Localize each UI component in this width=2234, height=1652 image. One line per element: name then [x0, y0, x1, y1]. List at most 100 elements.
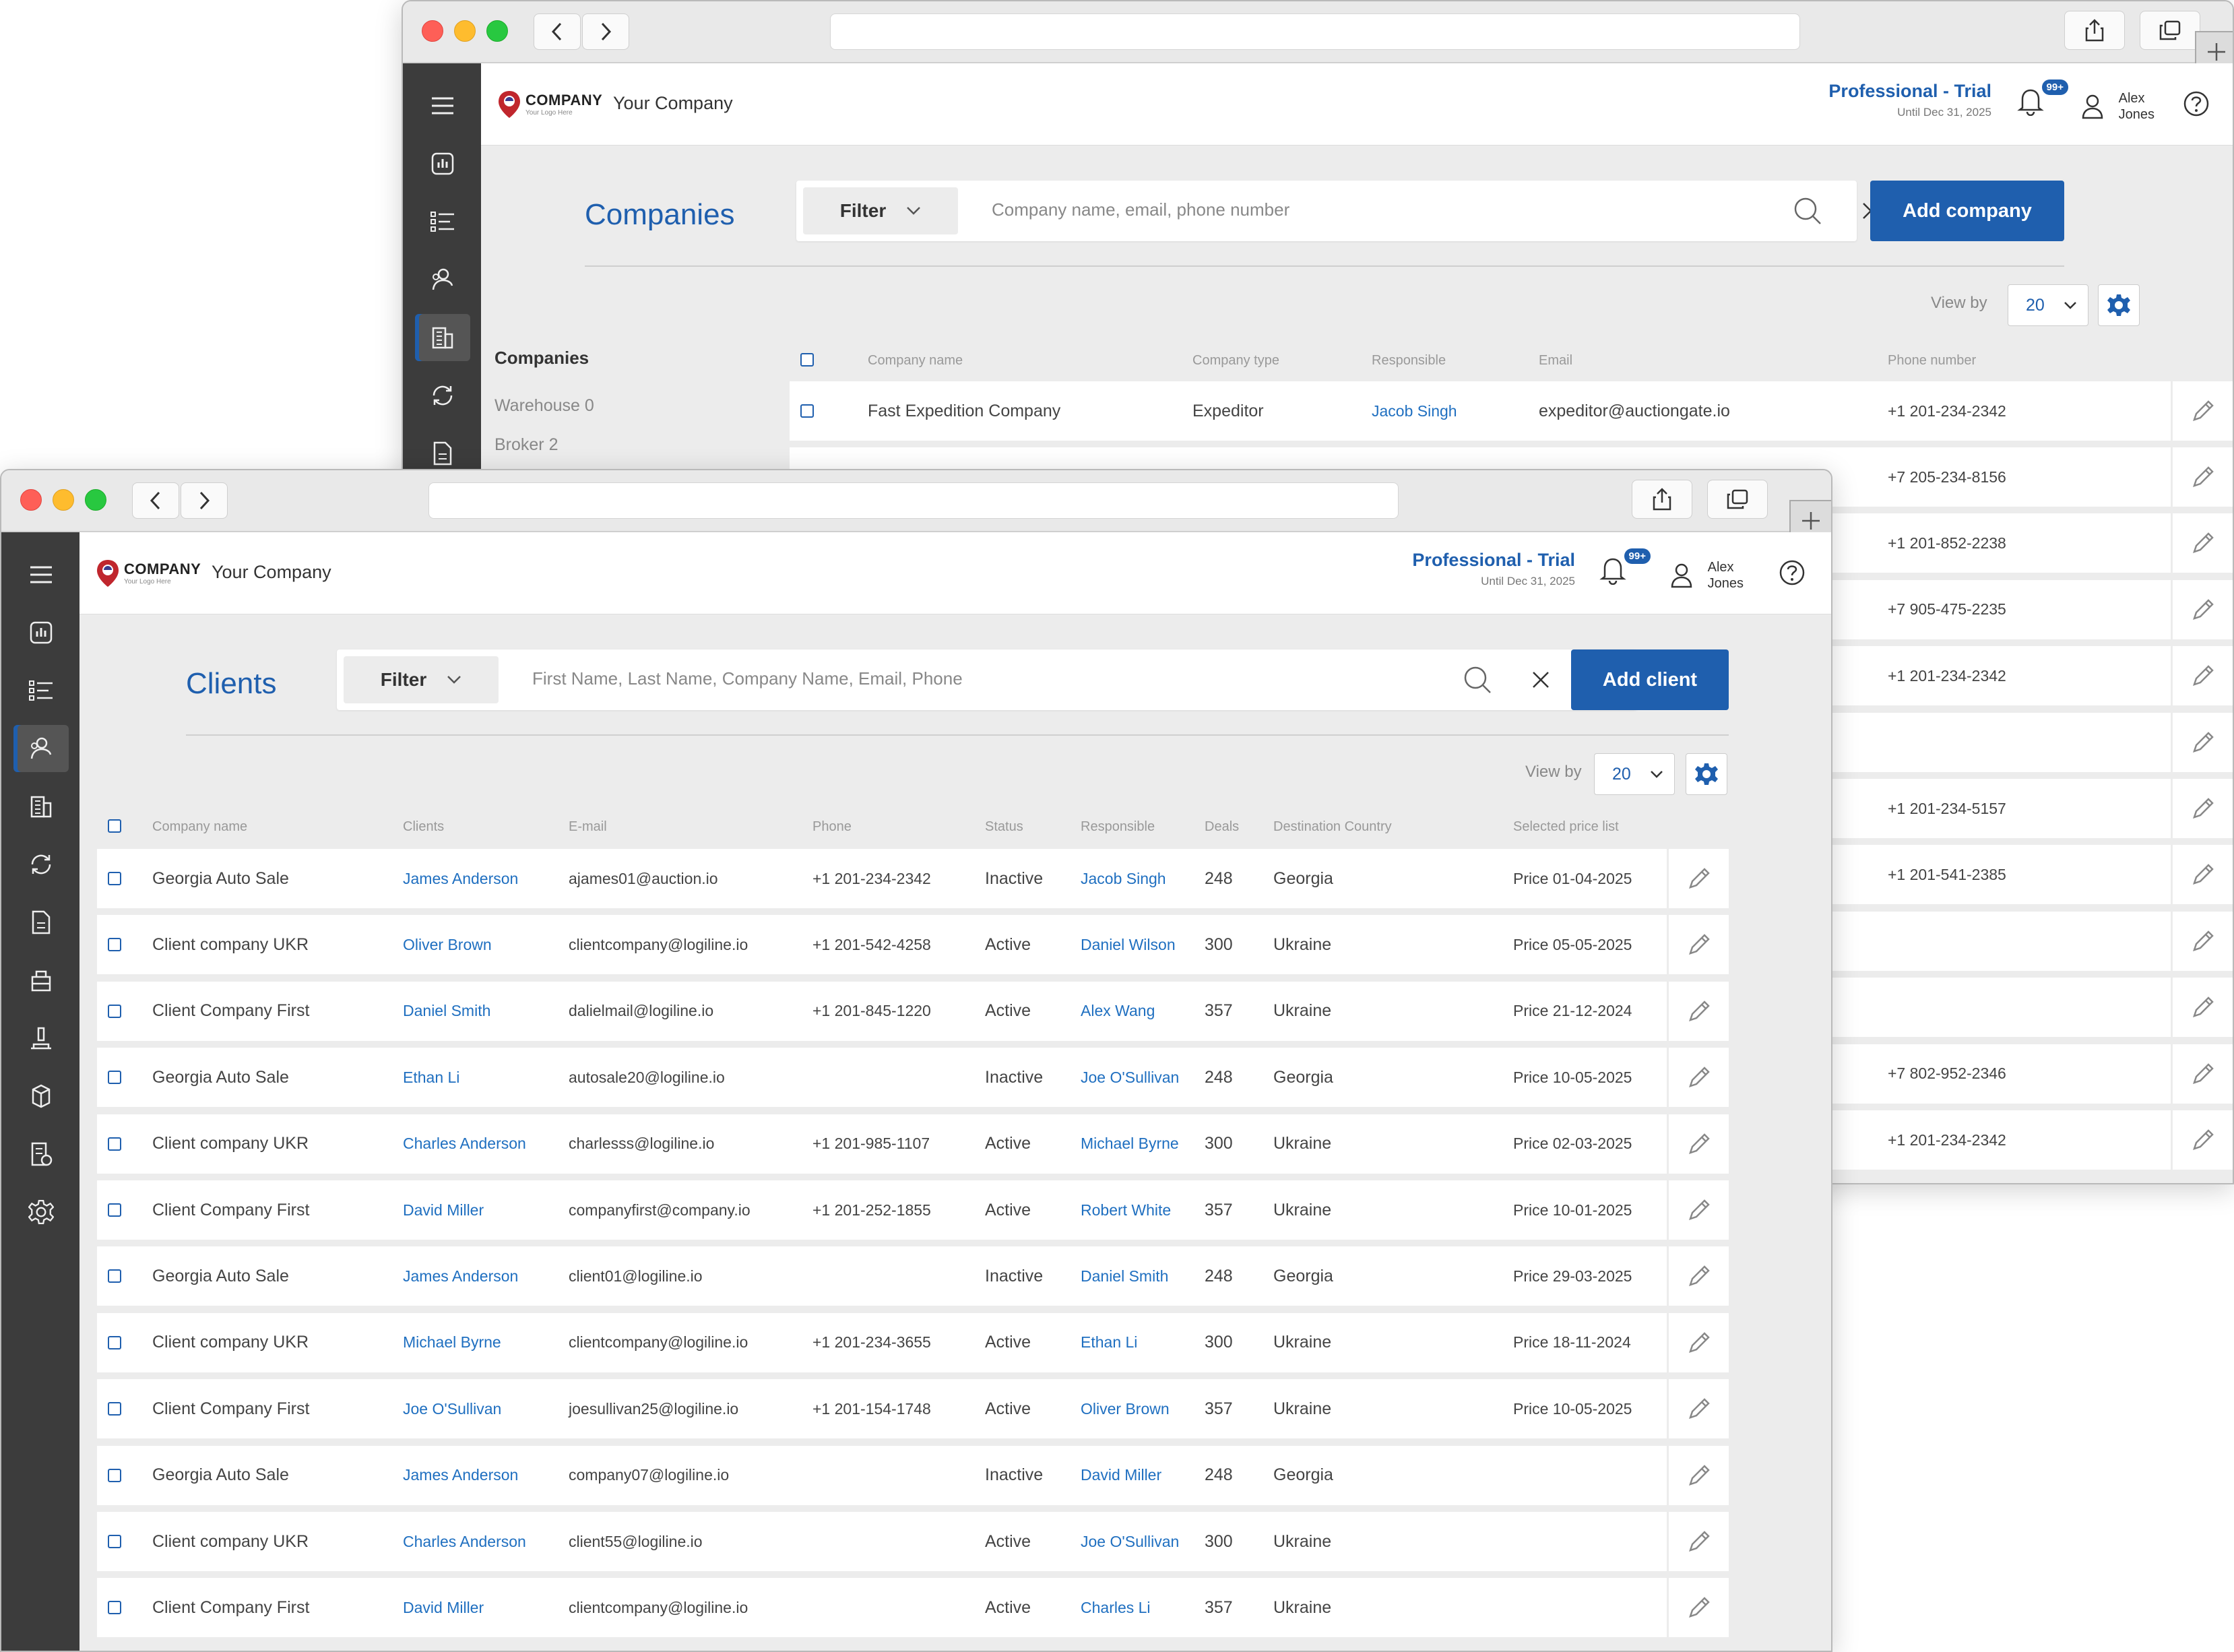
edit-row-button[interactable]: [2171, 779, 2233, 838]
edit-row-button[interactable]: [2171, 381, 2233, 441]
close-window-button[interactable]: [20, 489, 42, 511]
column-header-email[interactable]: Email: [1539, 353, 1572, 369]
sidebar-item-auction[interactable]: [13, 1015, 69, 1062]
row-checkbox[interactable]: [108, 938, 121, 952]
table-row[interactable]: Georgia Auto Sale James Anderson company07…: [97, 1445, 1729, 1505]
row-responsible[interactable]: Daniel Smith: [1081, 1246, 1168, 1306]
row-checkbox[interactable]: [108, 1137, 121, 1151]
filter-dropdown[interactable]: Filter: [344, 656, 499, 703]
row-client-name[interactable]: David Miller: [403, 1180, 484, 1240]
row-checkbox[interactable]: [800, 404, 814, 418]
column-header-responsible[interactable]: Responsible: [1081, 819, 1155, 835]
sidebar-item-menu[interactable]: [13, 551, 69, 598]
edit-row-button[interactable]: [1667, 1312, 1729, 1372]
back-button[interactable]: [132, 482, 179, 519]
edit-row-button[interactable]: [1667, 981, 1729, 1041]
row-responsible[interactable]: David Miller: [1081, 1446, 1161, 1505]
column-header-email[interactable]: E-mail: [569, 819, 607, 835]
edit-row-button[interactable]: [2171, 513, 2233, 573]
url-bar[interactable]: [830, 13, 1800, 50]
table-row[interactable]: Client Company First Joe O'Sullivan joesul…: [97, 1379, 1729, 1439]
sidebar-item-companies[interactable]: [13, 783, 69, 830]
column-header-phone[interactable]: Phone: [812, 819, 852, 835]
sidebar-item-menu[interactable]: [415, 82, 470, 129]
row-client-name[interactable]: Joe O'Sullivan: [403, 1379, 501, 1438]
select-all-checkbox[interactable]: [800, 353, 814, 367]
add-company-button[interactable]: Add company: [1870, 181, 2064, 241]
row-checkbox[interactable]: [108, 1402, 121, 1416]
row-client-name[interactable]: David Miller: [403, 1578, 484, 1637]
table-row[interactable]: Client company UKR Charles Anderson charle…: [97, 1114, 1729, 1174]
sidebar-item-sync[interactable]: [13, 841, 69, 888]
edit-row-button[interactable]: [1667, 1114, 1729, 1174]
company-logo[interactable]: COMPANY Your Logo Here: [497, 82, 602, 127]
edit-row-button[interactable]: [1667, 1048, 1729, 1108]
sidebar-item-shipping[interactable]: [13, 1073, 69, 1120]
sidebar-item-dashboard[interactable]: [13, 609, 69, 656]
edit-row-button[interactable]: [2171, 1044, 2233, 1104]
row-client-name[interactable]: James Anderson: [403, 1246, 518, 1306]
edit-row-button[interactable]: [2171, 712, 2233, 772]
table-settings-button[interactable]: [2098, 284, 2140, 326]
sidebar-item-clients[interactable]: [13, 725, 69, 772]
table-row[interactable]: Client company UKR Oliver Brown clientcomp…: [97, 915, 1729, 975]
search-input[interactable]: First Name, Last Name, Company Name, Ema…: [532, 668, 963, 689]
row-client-name[interactable]: James Anderson: [403, 1446, 518, 1505]
maximize-window-button[interactable]: [85, 489, 106, 511]
tabs-button[interactable]: [1707, 480, 1768, 519]
row-responsible[interactable]: Michael Byrne: [1081, 1114, 1179, 1174]
row-checkbox[interactable]: [108, 1071, 121, 1085]
row-responsible[interactable]: Daniel Wilson: [1081, 915, 1176, 974]
edit-row-button[interactable]: [2171, 646, 2233, 706]
column-header-price-list[interactable]: Selected price list: [1513, 819, 1619, 835]
user-menu[interactable]: Alex Jones: [2081, 90, 2155, 123]
help-button[interactable]: [2183, 90, 2212, 120]
column-header-status[interactable]: Status: [985, 819, 1023, 835]
edit-row-button[interactable]: [2171, 447, 2233, 507]
row-checkbox[interactable]: [108, 1468, 121, 1482]
forward-button[interactable]: [582, 13, 629, 50]
help-button[interactable]: [1779, 559, 1808, 589]
select-all-checkbox[interactable]: [108, 819, 121, 833]
search-button[interactable]: [1462, 664, 1493, 695]
close-window-button[interactable]: [422, 20, 443, 42]
sidebar-item-companies[interactable]: [415, 314, 470, 361]
notifications-button[interactable]: 99+: [1599, 547, 1652, 596]
maximize-window-button[interactable]: [486, 20, 508, 42]
tabs-button[interactable]: [2140, 11, 2200, 50]
edit-row-button[interactable]: [1667, 1379, 1729, 1439]
table-row[interactable]: Georgia Auto Sale James Anderson client01@…: [97, 1246, 1729, 1306]
edit-row-button[interactable]: [2171, 845, 2233, 905]
edit-row-button[interactable]: [1667, 915, 1729, 975]
row-checkbox[interactable]: [108, 1004, 121, 1018]
user-menu[interactable]: Alex Jones: [1670, 559, 1744, 592]
edit-row-button[interactable]: [2171, 1110, 2233, 1170]
search-button[interactable]: [1792, 195, 1823, 226]
url-bar[interactable]: [428, 482, 1399, 519]
sidebar-item-warehouse[interactable]: [13, 957, 69, 1004]
table-row[interactable]: Fast Expedition Company Expeditor Jacob …: [790, 381, 2233, 441]
edit-row-button[interactable]: [1667, 1246, 1729, 1306]
sidebar-item-clients[interactable]: [415, 256, 470, 303]
column-header-responsible[interactable]: Responsible: [1372, 353, 1446, 369]
company-logo[interactable]: COMPANY Your Logo Here: [96, 551, 201, 596]
sidebar-item-tasks[interactable]: [13, 667, 69, 714]
row-checkbox[interactable]: [108, 1335, 121, 1349]
sidebar-item-invoices[interactable]: [13, 1131, 69, 1178]
edit-row-button[interactable]: [1667, 1180, 1729, 1240]
sub-nav-item-broker[interactable]: Broker 2: [494, 435, 558, 455]
row-checkbox[interactable]: [108, 1203, 121, 1217]
share-button[interactable]: [1632, 480, 1692, 519]
add-client-button[interactable]: Add client: [1571, 649, 1729, 710]
table-row[interactable]: Client Company First Daniel Smith dalielma…: [97, 981, 1729, 1041]
clear-search-button[interactable]: [1525, 664, 1556, 695]
edit-row-button[interactable]: [1667, 849, 1729, 908]
edit-row-button[interactable]: [1667, 1512, 1729, 1571]
column-header-deals[interactable]: Deals: [1205, 819, 1239, 835]
share-button[interactable]: [2064, 11, 2125, 50]
row-responsible[interactable]: Charles Li: [1081, 1578, 1151, 1637]
table-row[interactable]: Georgia Auto Sale Ethan Li autosale20@logi…: [97, 1048, 1729, 1108]
table-row[interactable]: Client company UKR Michael Byrne clientcom…: [97, 1312, 1729, 1372]
sidebar-item-dashboard[interactable]: [415, 140, 470, 187]
row-responsible[interactable]: Oliver Brown: [1081, 1379, 1170, 1438]
